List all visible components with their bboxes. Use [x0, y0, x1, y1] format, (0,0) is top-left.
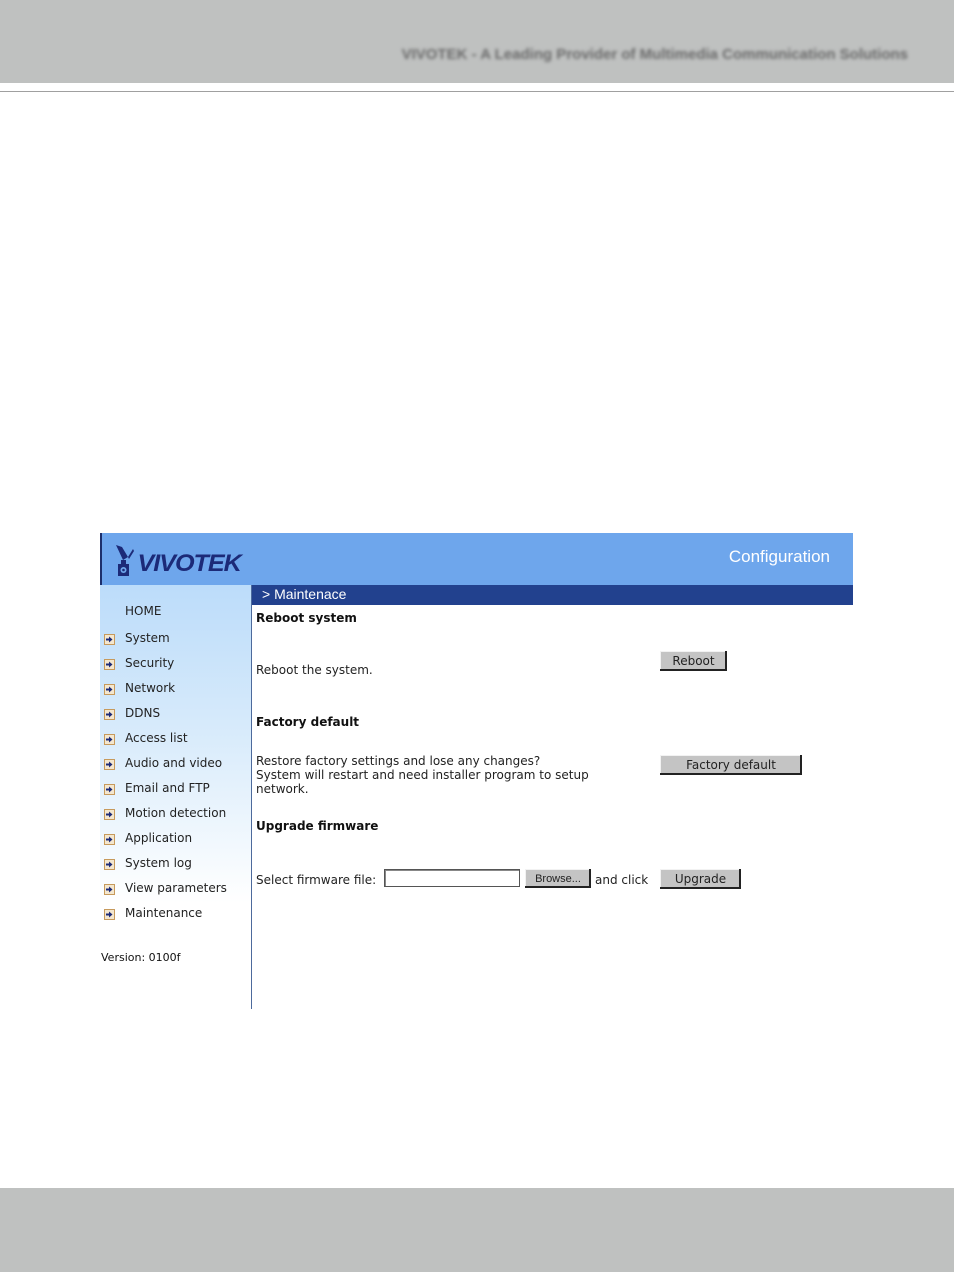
- factory-default-description-line-1: Restore factory settings and lose any ch…: [256, 754, 541, 768]
- sidebar-item-view-parameters[interactable]: View parameters: [104, 879, 227, 897]
- vivotek-logo: VIVOTEK: [114, 541, 242, 577]
- arrow-right-icon: [104, 834, 115, 845]
- sidebar-item-system[interactable]: System: [104, 629, 170, 647]
- arrow-right-icon: [104, 809, 115, 820]
- breadcrumb-bar: > Maintenace: [252, 585, 853, 605]
- sidebar-item-label: DDNS: [125, 706, 161, 720]
- sidebar-item-label: System: [125, 631, 170, 645]
- upgrade-button[interactable]: Upgrade: [660, 869, 741, 889]
- sidebar-item-application[interactable]: Application: [104, 829, 192, 847]
- and-click-label: and click: [595, 873, 649, 887]
- header-divider: [0, 91, 954, 92]
- sidebar-item-system-log[interactable]: System log: [104, 854, 192, 872]
- select-firmware-label: Select firmware file:: [256, 873, 377, 887]
- arrow-right-icon: [104, 684, 115, 695]
- factory-default-section-title: Factory default: [256, 715, 360, 729]
- arrow-right-icon: [104, 784, 115, 795]
- configuration-screenshot: VIVOTEK Configuration HOME System Securi…: [100, 533, 853, 1009]
- arrow-right-icon: [104, 634, 115, 645]
- sidebar-item-label: Maintenance: [125, 906, 203, 920]
- reboot-section-title: Reboot system: [256, 611, 357, 625]
- sidebar-item-access-list[interactable]: Access list: [104, 729, 188, 747]
- brand-name: VIVOTEK: [137, 550, 242, 577]
- upgrade-firmware-section-title: Upgrade firmware: [256, 819, 379, 833]
- breadcrumb: > Maintenace: [262, 586, 347, 602]
- factory-default-button[interactable]: Factory default: [660, 755, 802, 775]
- sidebar-item-label: System log: [125, 856, 192, 870]
- factory-default-description-line-2: System will restart and need installer p…: [256, 768, 589, 782]
- reboot-button[interactable]: Reboot: [660, 651, 727, 671]
- arrow-right-icon: [104, 759, 115, 770]
- sidebar-item-label: Application: [125, 831, 193, 845]
- camera-logo-icon: [114, 543, 136, 577]
- maintenance-content: Reboot system Reboot the system. Reboot …: [252, 605, 853, 1009]
- document-tagline: VIVOTEK - A Leading Provider of Multimed…: [401, 46, 908, 63]
- sidebar-item-security[interactable]: Security: [104, 654, 174, 672]
- app-header: VIVOTEK Configuration: [100, 533, 853, 585]
- browse-button[interactable]: Browse...: [525, 869, 591, 888]
- sidebar-item-label: Email and FTP: [125, 781, 210, 795]
- arrow-right-icon: [104, 709, 115, 720]
- sidebar-item-audio-and-video[interactable]: Audio and video: [104, 754, 222, 772]
- reboot-description: Reboot the system.: [256, 663, 373, 677]
- page-title: Configuration: [728, 547, 830, 566]
- sidebar-item-email-and-ftp[interactable]: Email and FTP: [104, 779, 210, 797]
- arrow-right-icon: [104, 909, 115, 920]
- sidebar-item-label: View parameters: [125, 881, 227, 895]
- firmware-file-input[interactable]: [384, 869, 520, 887]
- sidebar-item-label: Access list: [125, 731, 188, 745]
- document-header-banner: VIVOTEK - A Leading Provider of Multimed…: [0, 0, 954, 83]
- sidebar-item-network[interactable]: Network: [104, 679, 175, 697]
- sidebar-item-label: Motion detection: [125, 806, 227, 820]
- document-footer-banner: [0, 1188, 954, 1272]
- sidebar-item-label: Network: [125, 681, 176, 695]
- arrow-right-icon: [104, 859, 115, 870]
- sidebar-item-ddns[interactable]: DDNS: [104, 704, 160, 722]
- sidebar-item-motion-detection[interactable]: Motion detection: [104, 804, 226, 822]
- sidebar-item-label: Audio and video: [125, 756, 223, 770]
- sidebar-item-home[interactable]: HOME: [125, 604, 161, 618]
- sidebar-item-label: Security: [125, 656, 175, 670]
- arrow-right-icon: [104, 884, 115, 895]
- factory-default-description-line-3: network.: [256, 782, 309, 796]
- sidebar-item-maintenance[interactable]: Maintenance: [104, 904, 202, 922]
- arrow-right-icon: [104, 659, 115, 670]
- sidebar: HOME System Security Network DDNS Access…: [100, 585, 252, 1009]
- firmware-version: Version: 0100f: [101, 951, 181, 964]
- arrow-right-icon: [104, 734, 115, 745]
